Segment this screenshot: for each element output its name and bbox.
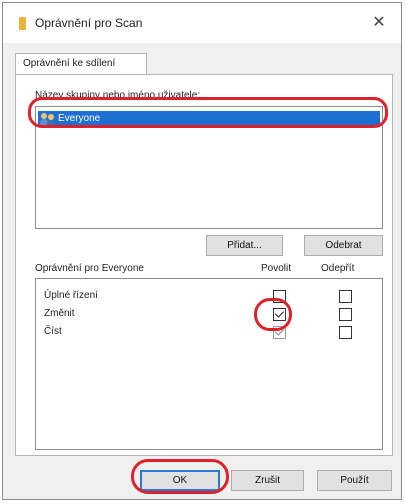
deny-full-control-checkbox[interactable]	[339, 290, 352, 303]
deny-column-header: Odepřít	[321, 263, 355, 274]
window-title: Oprávnění pro Scan	[35, 16, 143, 30]
list-item-label: Everyone	[58, 113, 101, 124]
close-icon: ✕	[372, 14, 386, 31]
allow-read-checkbox[interactable]	[273, 326, 286, 339]
allow-column-header: Povolit	[261, 263, 292, 274]
permissions-dialog: Oprávnění pro Scan ✕ Oprávnění ke sdílen…	[2, 2, 402, 500]
dialog-button-bar: OK Zrušit Použít	[3, 456, 401, 499]
close-button[interactable]: ✕	[367, 11, 391, 35]
folder-icon	[19, 17, 26, 30]
perm-label-change: Změnit	[44, 308, 75, 319]
cancel-button[interactable]: Zrušit	[231, 470, 304, 491]
permissions-label: Oprávnění pro Everyone	[35, 263, 144, 274]
users-listbox[interactable]: Everyone	[35, 106, 383, 229]
title-bar: Oprávnění pro Scan ✕	[3, 3, 401, 43]
deny-change-checkbox[interactable]	[339, 308, 352, 321]
list-item-everyone[interactable]: Everyone	[38, 111, 380, 127]
apply-button[interactable]: Použít	[317, 470, 392, 491]
tab-sharing-permissions[interactable]: Oprávnění ke sdílení	[15, 53, 147, 75]
perm-label-full-control: Úplné řízení	[44, 290, 98, 301]
users-label: Název skupiny nebo jméno uživatele:	[35, 90, 201, 101]
allow-change-checkbox[interactable]	[273, 308, 286, 321]
allow-full-control-checkbox[interactable]	[273, 290, 286, 303]
tab-panel: Název skupiny nebo jméno uživatele: Ever…	[15, 74, 393, 456]
deny-read-checkbox[interactable]	[339, 326, 352, 339]
remove-button[interactable]: Odebrat	[304, 235, 383, 256]
ok-button[interactable]: OK	[140, 470, 220, 491]
users-icon	[40, 113, 55, 125]
permissions-list: Úplné řízení Změnit Číst	[35, 278, 383, 450]
perm-label-read: Číst	[44, 326, 62, 337]
add-button[interactable]: Přidat...	[206, 235, 283, 256]
